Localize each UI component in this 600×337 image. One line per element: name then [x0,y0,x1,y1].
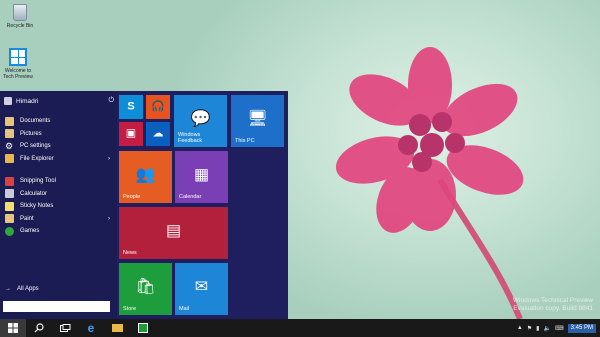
start-button[interactable] [0,319,26,337]
tile-music[interactable]: 🎧 [146,95,170,119]
tile-mail[interactable]: ✉ Mail [175,263,228,315]
power-icon[interactable]: ⏻ [108,97,114,105]
flag-icon[interactable]: ⚑ [527,325,532,332]
tile-news[interactable]: ▤ News [119,207,228,259]
tile-onedrive[interactable]: ☁ [146,122,170,146]
windows-logo-icon [8,323,18,333]
place-pc-settings[interactable]: ⚙ PC settings [0,140,117,153]
store-button[interactable] [130,319,156,337]
keyboard-icon[interactable]: ⌨ [555,325,564,332]
task-view-icon [59,324,70,332]
tile-people[interactable]: 👥 People [119,151,172,203]
skype-icon: S [127,100,135,113]
tile-video[interactable]: ▣ [119,122,143,146]
clock-time: 3:45 PM [570,324,593,331]
paint-icon [5,214,14,224]
xbox-icon [5,226,14,236]
system-tray: ▲ ⚑ ▮ 🔈 ⌨ 3:45 PM [517,319,600,337]
welcome-desktop-icon[interactable]: Welcome to Tech Preview [1,48,35,80]
app-games[interactable]: Games [0,225,117,238]
all-apps-button[interactable]: → All Apps [5,286,39,292]
documents-icon [5,116,14,126]
volume-icon[interactable]: 🔈 [543,325,550,332]
recycle-bin-desktop-icon[interactable]: Recycle Bin [3,4,37,29]
internet-explorer-icon: e [87,321,95,335]
folder-icon [111,324,123,332]
tile-label: Store [123,306,137,312]
internet-explorer-button[interactable]: e [78,319,104,337]
tile-windows-feedback[interactable]: 💬 Windows Feedback [174,95,227,147]
app-sticky-notes[interactable]: Sticky Notes [0,200,117,213]
arrow-right-icon: → [5,286,11,292]
video-icon: ▣ [125,127,137,140]
tile-label: This PC [235,138,255,144]
place-pictures[interactable]: Pictures [0,128,117,141]
calendar-icon: ▦ [193,166,210,184]
start-menu-left-pane: Himadri ⏻ Documents Pictures ⚙ PC settin… [0,91,117,319]
tile-label: Mail [179,306,190,312]
start-search-input[interactable] [3,301,110,312]
tile-this-pc[interactable]: 🖥 This PC [231,95,284,147]
store-icon: 🛍 [135,278,156,296]
start-menu-items: Documents Pictures ⚙ PC settings File Ex… [0,115,117,238]
network-icon[interactable]: ▮ [536,325,539,332]
tile-label: People [123,194,141,200]
pictures-icon [5,129,14,139]
place-documents[interactable]: Documents [0,115,117,128]
cloud-icon: ☁ [152,127,164,140]
chevron-right-icon[interactable]: › [108,216,110,222]
app-paint[interactable]: Paint › [0,213,117,226]
monitor-icon: 🖥 [247,110,268,128]
task-view-button[interactable] [52,319,78,337]
desktop-icon-label: Recycle Bin [6,23,34,29]
gear-icon: ⚙ [5,140,14,151]
app-calculator[interactable]: Calculator [0,188,117,201]
calculator-icon [5,189,14,199]
user-account[interactable]: Himadri ⏻ [4,95,114,107]
news-icon: ▤ [165,222,182,240]
show-hidden-icons-chevron[interactable]: ▲ [517,325,523,331]
windows-logo-icon [9,48,27,66]
user-avatar-icon [4,97,12,105]
app-snipping-tool[interactable]: Snipping Tool [0,175,117,188]
tile-label: News [123,250,137,256]
folder-icon [5,154,14,164]
store-icon [138,323,148,333]
file-explorer-button[interactable] [104,319,130,337]
tile-store[interactable]: 🛍 Store [119,263,172,315]
clock[interactable]: 3:45 PM [567,323,596,333]
tile-skype[interactable]: S [119,95,143,119]
desktop-icon-label: Welcome to Tech Preview [3,68,33,80]
place-file-explorer[interactable]: File Explorer › [0,153,117,166]
people-icon: 👥 [135,166,156,184]
user-name: Himadri [16,97,39,105]
search-button[interactable] [26,319,52,337]
headphones-icon: 🎧 [151,100,165,113]
recycle-bin-icon [13,4,27,21]
mail-icon: ✉ [194,278,209,296]
search-icon [34,323,44,333]
taskbar: e ▲ ⚑ ▮ 🔈 ⌨ 3:45 PM [0,319,600,337]
sticky-note-icon [5,201,14,211]
chevron-right-icon[interactable]: › [108,156,110,162]
start-menu: Himadri ⏻ Documents Pictures ⚙ PC settin… [0,91,288,319]
scissors-icon [5,176,14,186]
tile-calendar[interactable]: ▦ Calendar [175,151,228,203]
tile-label: Windows Feedback [178,132,203,144]
feedback-icon: 💬 [190,110,211,128]
tile-label: Calendar [179,194,202,200]
build-watermark: Windows Technical Preview Evaluation cop… [512,297,593,312]
